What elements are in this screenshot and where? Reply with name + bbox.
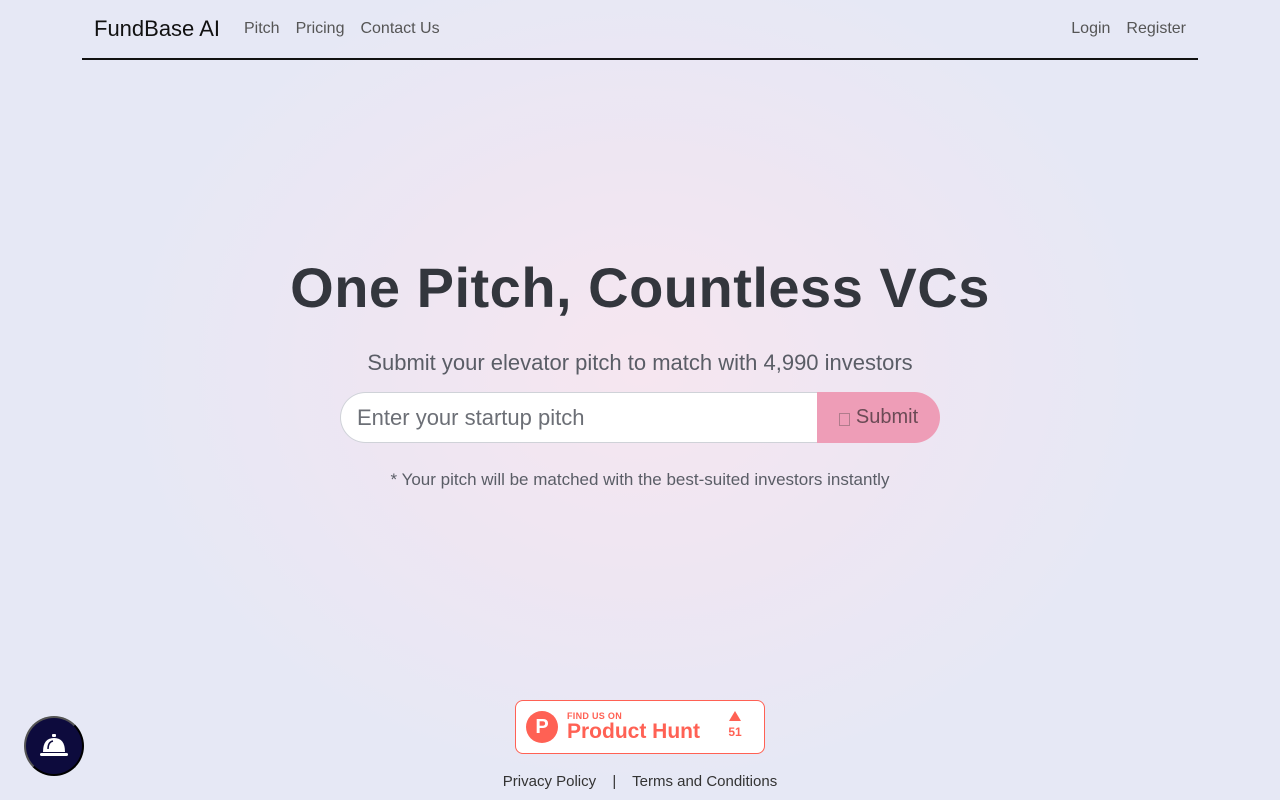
product-hunt-logo-icon: P — [526, 711, 558, 743]
footer: Privacy Policy | Terms and Conditions — [0, 773, 1280, 790]
hero-subtitle: Submit your elevator pitch to match with… — [367, 350, 913, 375]
hero-title: One Pitch, Countless VCs — [290, 256, 990, 319]
product-hunt-name: Product Hunt — [567, 720, 700, 743]
footer-separator: | — [612, 773, 617, 790]
product-hunt-text: FIND US ON Product Hunt — [567, 711, 700, 743]
nav-right-group: Login Register — [1055, 20, 1198, 38]
privacy-policy-link[interactable]: Privacy Policy — [503, 773, 596, 790]
nav-left-group: FundBase AI Pitch Pricing Contact Us — [82, 16, 448, 42]
login-link[interactable]: Login — [1071, 20, 1110, 38]
pitch-form: Submit — [340, 392, 940, 443]
concierge-bell-button[interactable] — [24, 716, 84, 776]
nav-link-contact[interactable]: Contact Us — [360, 20, 439, 38]
product-hunt-badge[interactable]: P FIND US ON Product Hunt 51 — [515, 700, 765, 754]
product-hunt-votes: 51 — [726, 711, 744, 739]
pitch-note: * Your pitch will be matched with the be… — [390, 470, 890, 489]
product-hunt-vote-count: 51 — [728, 725, 742, 739]
nav-link-pitch[interactable]: Pitch — [244, 20, 280, 38]
top-navbar: FundBase AI Pitch Pricing Contact Us Log… — [82, 0, 1198, 60]
register-link[interactable]: Register — [1126, 20, 1186, 38]
terms-link[interactable]: Terms and Conditions — [632, 773, 777, 790]
send-icon — [838, 413, 850, 426]
nav-link-pricing[interactable]: Pricing — [296, 20, 345, 38]
brand-logo[interactable]: FundBase AI — [94, 16, 220, 42]
submit-button[interactable]: Submit — [817, 392, 940, 443]
hero-section: One Pitch, Countless VCs Submit your ele… — [0, 255, 1280, 376]
concierge-bell-icon — [40, 734, 68, 756]
pitch-input[interactable] — [340, 392, 817, 443]
submit-label: Submit — [855, 406, 919, 428]
upvote-arrow-icon — [729, 711, 741, 721]
